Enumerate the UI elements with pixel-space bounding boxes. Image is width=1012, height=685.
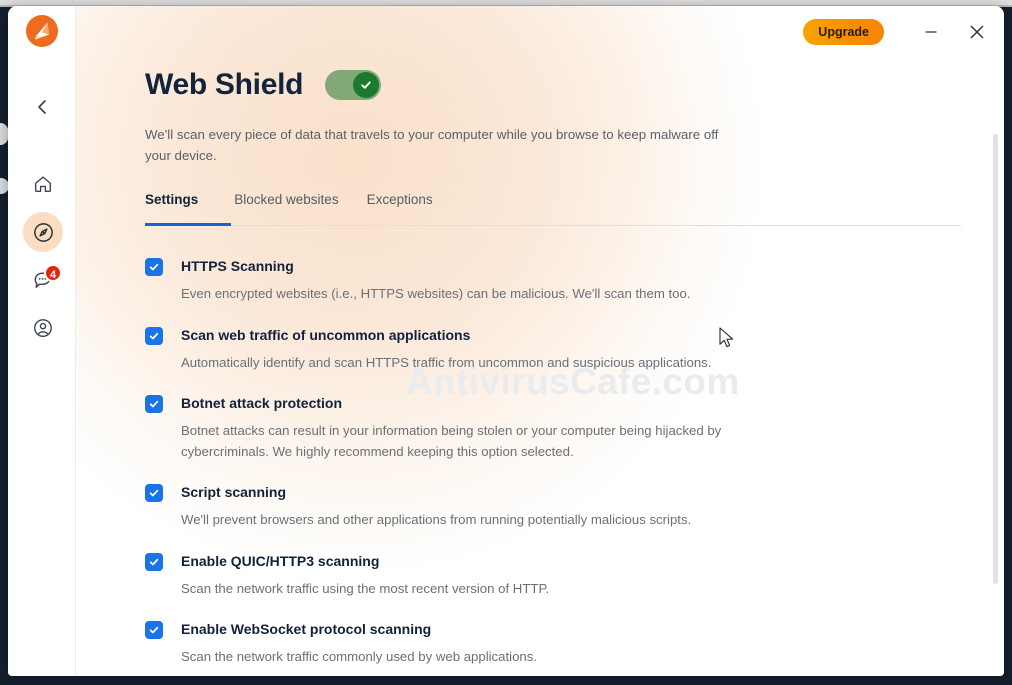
setting-label: HTTPS Scanning [181, 258, 294, 274]
avast-logo-icon [25, 14, 59, 48]
check-icon [149, 400, 159, 408]
setting-description: Even encrypted websites (i.e., HTTPS web… [181, 286, 691, 301]
setting-description: Scan the network traffic using the most … [181, 580, 550, 596]
setting-label: Scan web traffic of uncommon application… [181, 326, 471, 343]
tab-bar: Settings Blocked websites Exceptions [145, 192, 961, 226]
checkbox-script-scanning[interactable] [145, 484, 163, 502]
compass-icon [33, 222, 53, 242]
setting-head: Enable QUIC/HTTP3 scanning [145, 552, 765, 571]
setting-row: Enable QUIC/HTTP3 scanning Scan the netw… [145, 552, 765, 600]
home-icon [34, 176, 52, 193]
setting-row: Enable WebSocket protocol scanning Scan … [145, 620, 765, 668]
settings-list: HTTPS Scanning Even encrypted websites (… [145, 257, 765, 668]
setting-label: Enable QUIC/HTTP3 scanning [181, 552, 380, 569]
setting-label: Botnet attack protection [181, 395, 343, 411]
setting-row: Botnet attack protection Botnet attacks … [145, 394, 765, 462]
tab-settings[interactable]: Settings [145, 192, 232, 226]
check-icon [361, 81, 371, 89]
setting-description: Scan the network traffic commonly used b… [181, 649, 537, 664]
checkbox-botnet-attack-protection[interactable] [145, 395, 163, 413]
toggle-knob [353, 72, 380, 98]
close-icon [970, 25, 984, 39]
web-shield-page: Web Shield We'll scan every piece of dat… [76, 6, 1004, 676]
close-button[interactable] [956, 11, 998, 53]
window-controls: Upgrade [803, 6, 1004, 58]
page-title: Web Shield [145, 68, 304, 101]
setting-description: Botnet attacks can result in your inform… [181, 423, 722, 459]
setting-head: HTTPS Scanning [145, 257, 765, 276]
setting-label: Enable WebSocket protocol scanning [181, 621, 432, 637]
setting-row: Script scanning We'll prevent browsers a… [145, 483, 765, 531]
checkbox-quic-http3-scanning[interactable] [145, 552, 163, 571]
avast-app-window: 4 Upgrade Web Shield We'll scan every pi… [8, 6, 1004, 676]
sidebar-item-account[interactable] [23, 308, 63, 348]
web-shield-toggle[interactable] [325, 70, 382, 100]
minimize-button[interactable] [910, 11, 952, 53]
upgrade-button[interactable]: Upgrade [803, 19, 884, 45]
back-button[interactable] [26, 88, 58, 126]
checkbox-https-scanning[interactable] [145, 258, 163, 276]
setting-head: Enable WebSocket protocol scanning [145, 620, 765, 639]
checkbox-scan-uncommon-apps[interactable] [145, 326, 163, 345]
user-circle-icon [34, 319, 52, 337]
title-row: Web Shield [145, 62, 1004, 108]
minimize-icon [925, 31, 937, 33]
scrollbar-thumb[interactable] [993, 134, 998, 584]
tab-blocked-websites[interactable]: Blocked websites [220, 192, 352, 226]
setting-head: Botnet attack protection [145, 394, 765, 413]
setting-head: Script scanning [145, 483, 765, 502]
check-icon [149, 489, 159, 497]
chevron-left-icon [38, 100, 46, 114]
setting-head: Scan web traffic of uncommon application… [145, 326, 765, 345]
scrollbar[interactable] [992, 66, 999, 666]
sidebar-item-protection[interactable] [23, 212, 63, 252]
checkbox-websocket-protocol-scanning[interactable] [145, 621, 163, 639]
sidebar-item-home[interactable] [23, 164, 63, 204]
check-icon [149, 263, 159, 271]
check-icon [149, 626, 159, 634]
setting-description: Automatically identify and scan HTTPS tr… [181, 354, 712, 370]
content-pane: Upgrade Web Shield We'll scan every piec… [76, 6, 1004, 676]
sidebar-rail: 4 [8, 6, 76, 676]
check-icon [149, 558, 159, 565]
setting-row: Scan web traffic of uncommon application… [145, 326, 765, 374]
check-icon [149, 332, 159, 339]
tab-exceptions[interactable]: Exceptions [353, 192, 447, 226]
setting-description: We'll prevent browsers and other applica… [181, 512, 692, 527]
setting-label: Script scanning [181, 484, 287, 500]
messages-badge: 4 [44, 264, 63, 282]
page-description: We'll scan every piece of data that trav… [145, 127, 719, 163]
setting-row: HTTPS Scanning Even encrypted websites (… [145, 257, 765, 305]
